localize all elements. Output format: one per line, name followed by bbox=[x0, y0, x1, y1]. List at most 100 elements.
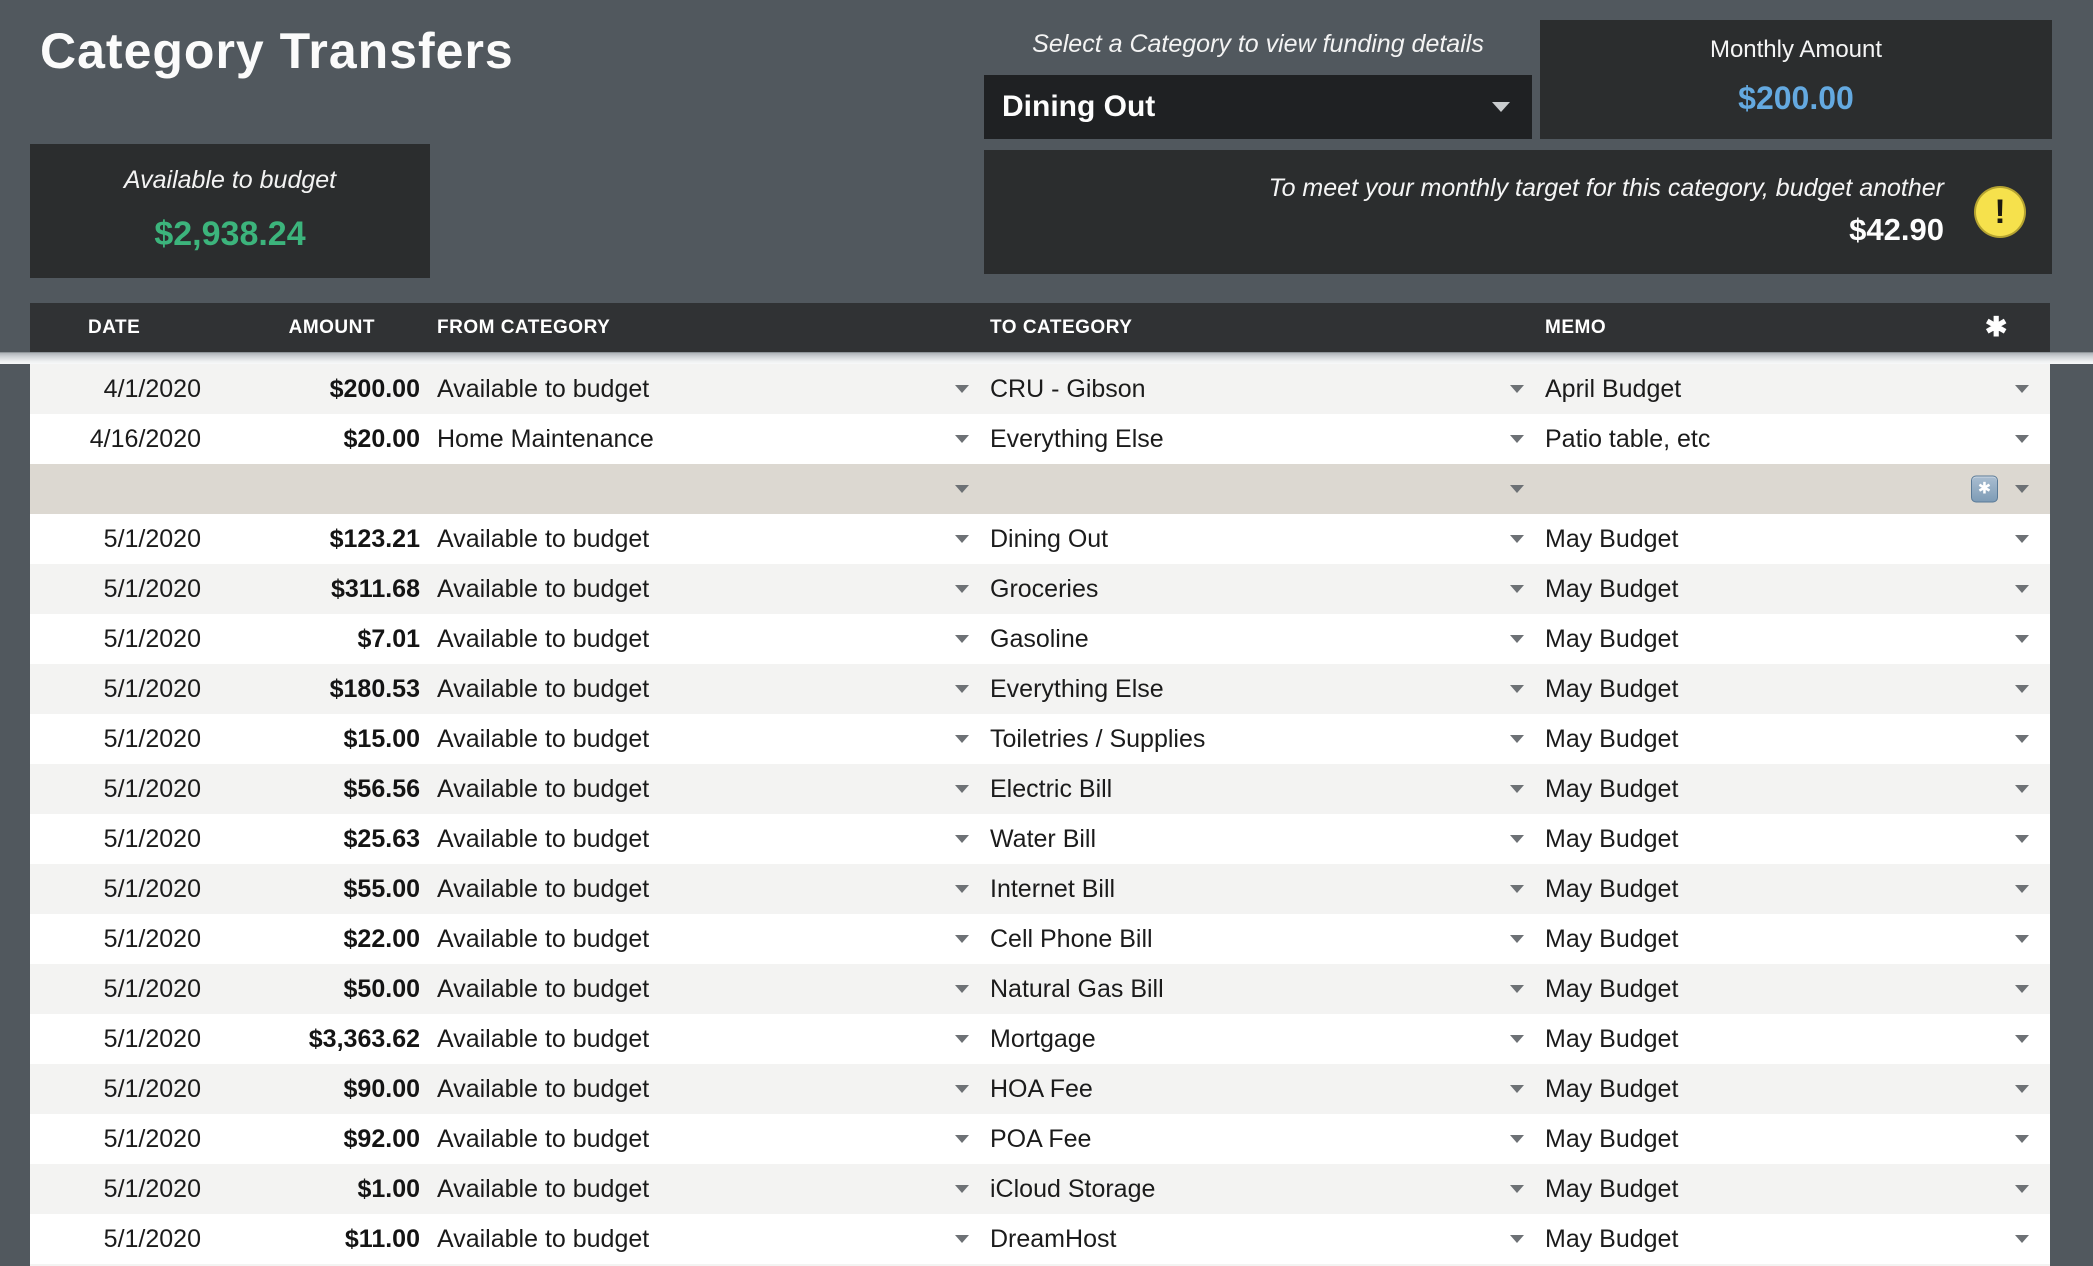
from-category-dropdown-icon[interactable] bbox=[955, 535, 969, 543]
from-category-cell[interactable]: Available to budget bbox=[425, 914, 975, 964]
memo-dropdown-icon[interactable] bbox=[2015, 735, 2029, 743]
memo-cell[interactable]: May Budget bbox=[1530, 1214, 2050, 1264]
from-category-cell[interactable]: Available to budget bbox=[425, 714, 975, 764]
from-category-cell[interactable]: Available to budget bbox=[425, 814, 975, 864]
date-cell[interactable]: 5/1/2020 bbox=[30, 1114, 210, 1164]
amount-cell[interactable] bbox=[210, 464, 425, 514]
from-category-cell[interactable]: Available to budget bbox=[425, 364, 975, 414]
to-category-cell[interactable]: CRU - Gibson bbox=[975, 364, 1530, 414]
memo-cell[interactable]: May Budget bbox=[1530, 964, 2050, 1014]
to-category-dropdown-icon[interactable] bbox=[1510, 885, 1524, 893]
from-category-dropdown-icon[interactable] bbox=[955, 985, 969, 993]
category-select[interactable]: Dining Out bbox=[984, 75, 1532, 139]
to-category-cell[interactable]: HOA Fee bbox=[975, 1064, 1530, 1114]
date-cell[interactable]: 5/1/2020 bbox=[30, 1164, 210, 1214]
memo-dropdown-icon[interactable] bbox=[2015, 1035, 2029, 1043]
memo-dropdown-icon[interactable] bbox=[2015, 435, 2029, 443]
memo-cell[interactable]: May Budget bbox=[1530, 714, 2050, 764]
to-category-cell[interactable] bbox=[975, 464, 1530, 514]
from-category-cell[interactable]: Available to budget bbox=[425, 1164, 975, 1214]
amount-cell[interactable]: $15.00 bbox=[210, 714, 425, 764]
from-category-cell[interactable]: Available to budget bbox=[425, 1114, 975, 1164]
to-category-cell[interactable]: Cell Phone Bill bbox=[975, 914, 1530, 964]
from-category-dropdown-icon[interactable] bbox=[955, 385, 969, 393]
amount-cell[interactable]: $55.00 bbox=[210, 864, 425, 914]
to-category-dropdown-icon[interactable] bbox=[1510, 785, 1524, 793]
to-category-dropdown-icon[interactable] bbox=[1510, 1185, 1524, 1193]
from-category-dropdown-icon[interactable] bbox=[955, 1035, 969, 1043]
amount-cell[interactable]: $90.00 bbox=[210, 1064, 425, 1114]
amount-cell[interactable]: $123.21 bbox=[210, 514, 425, 564]
to-category-dropdown-icon[interactable] bbox=[1510, 685, 1524, 693]
memo-dropdown-icon[interactable] bbox=[2015, 685, 2029, 693]
amount-cell[interactable]: $25.63 bbox=[210, 814, 425, 864]
from-category-dropdown-icon[interactable] bbox=[955, 785, 969, 793]
from-category-dropdown-icon[interactable] bbox=[955, 1135, 969, 1143]
memo-dropdown-icon[interactable] bbox=[2015, 785, 2029, 793]
to-category-dropdown-icon[interactable] bbox=[1510, 485, 1524, 493]
memo-dropdown-icon[interactable] bbox=[2015, 1185, 2029, 1193]
from-category-cell[interactable]: Available to budget bbox=[425, 614, 975, 664]
to-category-dropdown-icon[interactable] bbox=[1510, 1035, 1524, 1043]
amount-cell[interactable]: $92.00 bbox=[210, 1114, 425, 1164]
date-cell[interactable]: 5/1/2020 bbox=[30, 764, 210, 814]
to-category-dropdown-icon[interactable] bbox=[1510, 635, 1524, 643]
memo-dropdown-icon[interactable] bbox=[2015, 535, 2029, 543]
from-category-cell[interactable]: Available to budget bbox=[425, 764, 975, 814]
to-category-cell[interactable]: Everything Else bbox=[975, 664, 1530, 714]
amount-cell[interactable]: $180.53 bbox=[210, 664, 425, 714]
from-category-cell[interactable]: Home Maintenance bbox=[425, 414, 975, 464]
from-category-dropdown-icon[interactable] bbox=[955, 685, 969, 693]
amount-cell[interactable]: $56.56 bbox=[210, 764, 425, 814]
from-category-cell[interactable]: Available to budget bbox=[425, 1014, 975, 1064]
to-category-cell[interactable]: Mortgage bbox=[975, 1014, 1530, 1064]
amount-cell[interactable]: $311.68 bbox=[210, 564, 425, 614]
to-category-cell[interactable]: iCloud Storage bbox=[975, 1164, 1530, 1214]
to-category-dropdown-icon[interactable] bbox=[1510, 735, 1524, 743]
memo-cell[interactable]: May Budget bbox=[1530, 514, 2050, 564]
from-category-dropdown-icon[interactable] bbox=[955, 635, 969, 643]
amount-cell[interactable]: $1.00 bbox=[210, 1164, 425, 1214]
memo-dropdown-icon[interactable] bbox=[2015, 885, 2029, 893]
to-category-cell[interactable]: Water Bill bbox=[975, 814, 1530, 864]
memo-cell[interactable]: May Budget bbox=[1530, 614, 2050, 664]
from-category-dropdown-icon[interactable] bbox=[955, 1185, 969, 1193]
date-cell[interactable]: 5/1/2020 bbox=[30, 564, 210, 614]
memo-cell[interactable]: May Budget bbox=[1530, 564, 2050, 614]
memo-cell[interactable]: May Budget bbox=[1530, 914, 2050, 964]
memo-cell[interactable]: ✱ bbox=[1530, 464, 2050, 514]
memo-cell[interactable]: May Budget bbox=[1530, 764, 2050, 814]
to-category-dropdown-icon[interactable] bbox=[1510, 985, 1524, 993]
to-category-dropdown-icon[interactable] bbox=[1510, 835, 1524, 843]
to-category-dropdown-icon[interactable] bbox=[1510, 935, 1524, 943]
to-category-cell[interactable]: Electric Bill bbox=[975, 764, 1530, 814]
to-category-cell[interactable]: DreamHost bbox=[975, 1214, 1530, 1264]
memo-dropdown-icon[interactable] bbox=[2015, 485, 2029, 493]
to-category-cell[interactable]: Toiletries / Supplies bbox=[975, 714, 1530, 764]
date-cell[interactable]: 5/1/2020 bbox=[30, 1014, 210, 1064]
memo-dropdown-icon[interactable] bbox=[2015, 835, 2029, 843]
from-category-cell[interactable]: Available to budget bbox=[425, 664, 975, 714]
amount-cell[interactable]: $50.00 bbox=[210, 964, 425, 1014]
from-category-dropdown-icon[interactable] bbox=[955, 935, 969, 943]
date-cell[interactable]: 5/1/2020 bbox=[30, 1064, 210, 1114]
to-category-cell[interactable]: Natural Gas Bill bbox=[975, 964, 1530, 1014]
amount-cell[interactable]: $200.00 bbox=[210, 364, 425, 414]
memo-cell[interactable]: May Budget bbox=[1530, 814, 2050, 864]
date-cell[interactable]: 4/1/2020 bbox=[30, 364, 210, 414]
from-category-cell[interactable]: Available to budget bbox=[425, 514, 975, 564]
chevron-down-icon[interactable] bbox=[1492, 102, 1510, 112]
to-category-cell[interactable]: Dining Out bbox=[975, 514, 1530, 564]
from-category-dropdown-icon[interactable] bbox=[955, 485, 969, 493]
from-category-cell[interactable]: Available to budget bbox=[425, 964, 975, 1014]
date-cell[interactable]: 5/1/2020 bbox=[30, 914, 210, 964]
from-category-cell[interactable]: Available to budget bbox=[425, 1064, 975, 1114]
date-cell[interactable]: 5/1/2020 bbox=[30, 814, 210, 864]
memo-cell[interactable]: May Budget bbox=[1530, 664, 2050, 714]
memo-dropdown-icon[interactable] bbox=[2015, 1085, 2029, 1093]
memo-dropdown-icon[interactable] bbox=[2015, 585, 2029, 593]
from-category-dropdown-icon[interactable] bbox=[955, 435, 969, 443]
to-category-dropdown-icon[interactable] bbox=[1510, 1085, 1524, 1093]
memo-cell[interactable]: May Budget bbox=[1530, 1014, 2050, 1064]
date-cell[interactable]: 5/1/2020 bbox=[30, 514, 210, 564]
